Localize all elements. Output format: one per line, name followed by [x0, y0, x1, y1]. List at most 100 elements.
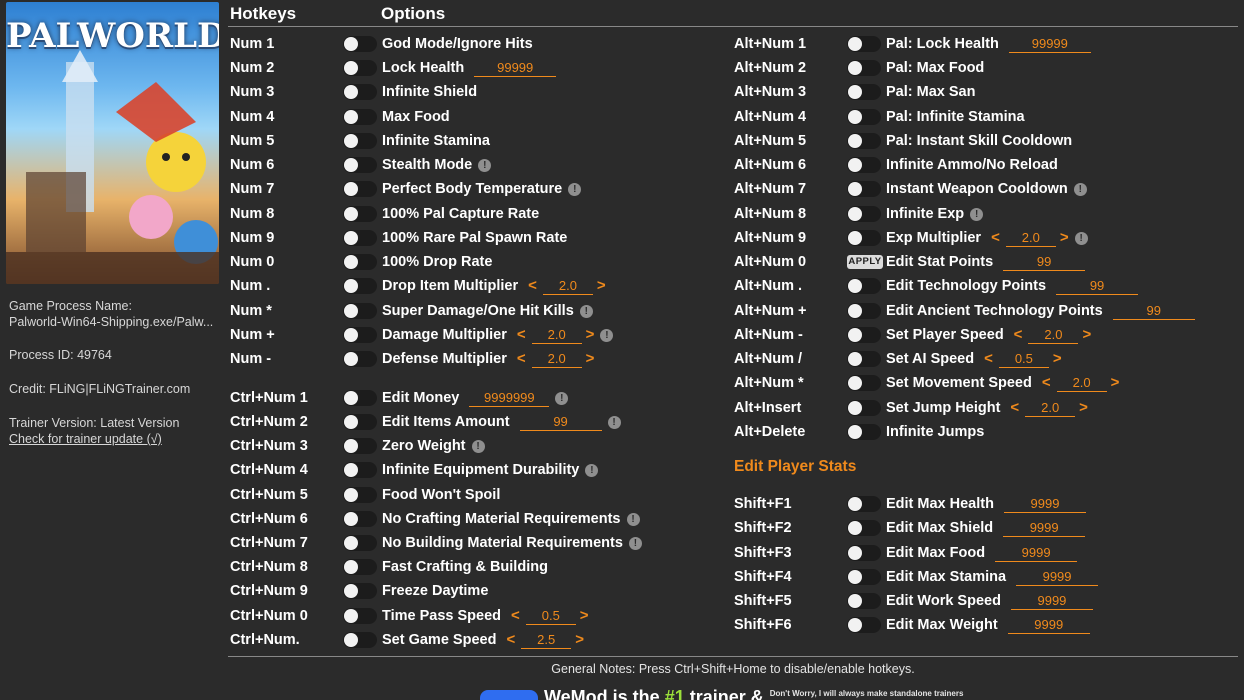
decrease-arrow-icon[interactable]: < — [517, 324, 526, 346]
increase-arrow-icon[interactable]: > — [597, 275, 606, 297]
toggle-switch[interactable] — [343, 254, 377, 270]
decrease-arrow-icon[interactable]: < — [528, 275, 537, 297]
toggle-switch[interactable] — [343, 206, 377, 222]
value-input[interactable]: 9999 — [1016, 569, 1099, 586]
decrease-arrow-icon[interactable]: < — [506, 629, 515, 651]
toggle-switch[interactable] — [343, 487, 377, 503]
toggle-switch[interactable] — [343, 60, 377, 76]
toggle-switch[interactable] — [847, 375, 881, 391]
toggle-switch[interactable] — [847, 36, 881, 52]
apply-button[interactable]: APPLY — [847, 255, 883, 269]
value-input[interactable]: 9999 — [1010, 593, 1093, 610]
stepper-value[interactable]: 2.0 — [1005, 230, 1056, 247]
stepper-value[interactable]: 2.0 — [1028, 327, 1079, 344]
toggle-switch[interactable] — [847, 206, 881, 222]
toggle-switch[interactable] — [343, 230, 377, 246]
value-input[interactable]: 99999 — [474, 60, 557, 77]
toggle-switch[interactable] — [847, 545, 881, 561]
toggle-switch[interactable] — [343, 390, 377, 406]
info-icon[interactable]: ! — [628, 536, 642, 550]
decrease-arrow-icon[interactable]: < — [517, 348, 526, 370]
toggle-switch[interactable] — [847, 351, 881, 367]
stepper-value[interactable]: 2.0 — [531, 327, 582, 344]
value-input[interactable]: 9999 — [1007, 617, 1090, 634]
toggle-switch[interactable] — [847, 84, 881, 100]
info-icon[interactable]: ! — [585, 463, 599, 477]
value-input[interactable]: 99999 — [1008, 36, 1091, 53]
toggle-switch[interactable] — [847, 230, 881, 246]
info-icon[interactable]: ! — [600, 328, 614, 342]
value-input[interactable]: 9999 — [995, 545, 1078, 562]
toggle-switch[interactable] — [847, 157, 881, 173]
toggle-switch[interactable] — [343, 351, 377, 367]
toggle-switch[interactable] — [847, 278, 881, 294]
decrease-arrow-icon[interactable]: < — [511, 605, 520, 627]
info-icon[interactable]: ! — [579, 304, 593, 318]
wemod-promo[interactable]: WeMod is the #1 trainer & Don't Worry, I… — [480, 688, 963, 700]
check-update-link[interactable]: Check for trainer update (√) — [9, 432, 162, 446]
increase-arrow-icon[interactable]: > — [1060, 227, 1069, 249]
stepper-value[interactable]: 2.0 — [1025, 400, 1076, 417]
decrease-arrow-icon[interactable]: < — [1010, 397, 1019, 419]
increase-arrow-icon[interactable]: > — [580, 605, 589, 627]
increase-arrow-icon[interactable]: > — [586, 348, 595, 370]
toggle-switch[interactable] — [343, 109, 377, 125]
toggle-switch[interactable] — [343, 438, 377, 454]
increase-arrow-icon[interactable]: > — [1111, 372, 1120, 394]
value-input[interactable]: 99 — [1056, 278, 1139, 295]
toggle-switch[interactable] — [343, 583, 377, 599]
value-input[interactable]: 99 — [1003, 254, 1086, 271]
toggle-switch[interactable] — [343, 84, 377, 100]
info-icon[interactable]: ! — [555, 391, 569, 405]
toggle-switch[interactable] — [847, 617, 881, 633]
toggle-switch[interactable] — [343, 278, 377, 294]
toggle-switch[interactable] — [847, 496, 881, 512]
stepper-value[interactable]: 2.0 — [531, 351, 582, 368]
stepper-value[interactable]: 2.0 — [542, 278, 593, 295]
toggle-switch[interactable] — [343, 414, 377, 430]
toggle-switch[interactable] — [847, 181, 881, 197]
info-icon[interactable]: ! — [1074, 231, 1088, 245]
toggle-switch[interactable] — [343, 608, 377, 624]
info-icon[interactable]: ! — [471, 439, 485, 453]
toggle-switch[interactable] — [343, 559, 377, 575]
increase-arrow-icon[interactable]: > — [1082, 324, 1091, 346]
decrease-arrow-icon[interactable]: < — [991, 227, 1000, 249]
toggle-switch[interactable] — [343, 157, 377, 173]
increase-arrow-icon[interactable]: > — [1079, 397, 1088, 419]
toggle-switch[interactable] — [847, 593, 881, 609]
toggle-switch[interactable] — [847, 400, 881, 416]
toggle-switch[interactable] — [847, 424, 881, 440]
toggle-switch[interactable] — [847, 109, 881, 125]
info-icon[interactable]: ! — [568, 182, 582, 196]
toggle-switch[interactable] — [847, 60, 881, 76]
toggle-switch[interactable] — [343, 303, 377, 319]
decrease-arrow-icon[interactable]: < — [1014, 324, 1023, 346]
info-icon[interactable]: ! — [1073, 182, 1087, 196]
info-icon[interactable]: ! — [626, 512, 640, 526]
stepper-value[interactable]: 2.0 — [1056, 375, 1107, 392]
toggle-switch[interactable] — [343, 327, 377, 343]
info-icon[interactable]: ! — [478, 158, 492, 172]
increase-arrow-icon[interactable]: > — [1053, 348, 1062, 370]
increase-arrow-icon[interactable]: > — [586, 324, 595, 346]
toggle-switch[interactable] — [343, 511, 377, 527]
value-input[interactable]: 99 — [519, 414, 602, 431]
stepper-value[interactable]: 0.5 — [998, 351, 1049, 368]
increase-arrow-icon[interactable]: > — [575, 629, 584, 651]
decrease-arrow-icon[interactable]: < — [1042, 372, 1051, 394]
toggle-switch[interactable] — [847, 303, 881, 319]
toggle-switch[interactable] — [343, 535, 377, 551]
stepper-value[interactable]: 2.5 — [521, 632, 572, 649]
info-icon[interactable]: ! — [970, 207, 984, 221]
toggle-switch[interactable] — [847, 569, 881, 585]
toggle-switch[interactable] — [847, 520, 881, 536]
info-icon[interactable]: ! — [607, 415, 621, 429]
toggle-switch[interactable] — [343, 181, 377, 197]
value-input[interactable]: 9999 — [1003, 496, 1086, 513]
value-input[interactable]: 99 — [1112, 303, 1195, 320]
toggle-switch[interactable] — [343, 133, 377, 149]
decrease-arrow-icon[interactable]: < — [984, 348, 993, 370]
stepper-value[interactable]: 0.5 — [525, 608, 576, 625]
value-input[interactable]: 9999999 — [469, 390, 550, 407]
